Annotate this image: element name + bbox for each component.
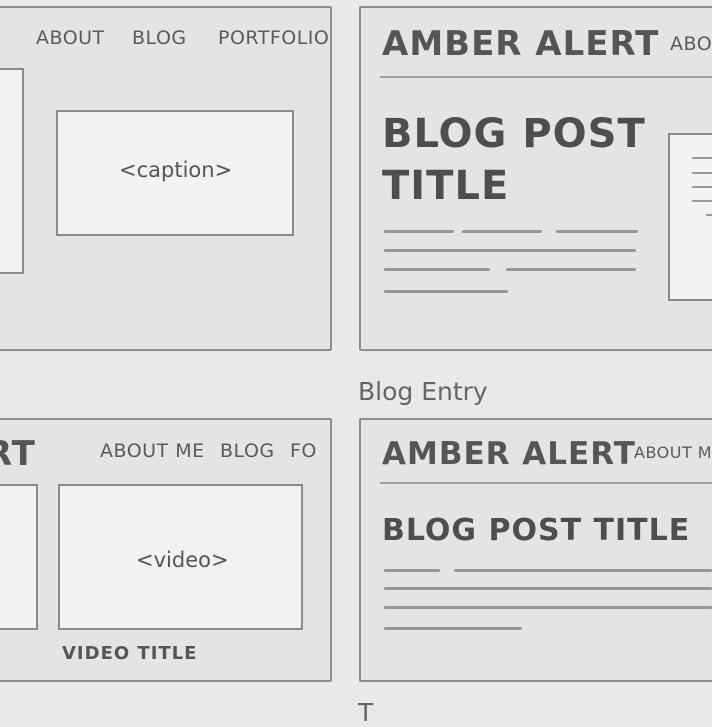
text-line	[384, 268, 490, 271]
text-line	[556, 230, 638, 233]
nav-blog[interactable]: BLOG	[220, 440, 275, 462]
post-title-line-2: TITLE	[382, 163, 510, 209]
text-line	[384, 606, 712, 609]
text-line	[384, 627, 522, 630]
header-divider	[380, 482, 712, 484]
sidebar-text-line	[692, 200, 712, 202]
caption-placeholder: <caption>	[119, 158, 233, 182]
text-line	[462, 230, 542, 233]
text-line	[384, 249, 636, 252]
post-title-line-1: BLOG POST	[382, 111, 646, 157]
sidebar-text-line	[692, 172, 712, 174]
video-title: VIDEO TITLE	[62, 643, 198, 664]
text-line	[384, 569, 440, 572]
video-placeholder: <video>	[136, 548, 229, 572]
sidebar-text-line	[692, 186, 712, 188]
nav-about-me[interactable]: ABOUT ME	[100, 440, 205, 462]
nav-about-me-partial[interactable]: ABOUT ME	[634, 443, 712, 462]
nav-about[interactable]: ABOUT	[36, 27, 105, 49]
image-placeholder-left	[0, 68, 24, 274]
nav-portfolio-partial[interactable]: FO	[290, 440, 317, 462]
header-divider	[380, 76, 712, 78]
brand-title: AMBER ALERT	[382, 436, 636, 472]
nav-blog[interactable]: BLOG	[132, 27, 187, 49]
image-placeholder-left-bottom	[0, 484, 38, 630]
sidebar-text-line	[706, 214, 712, 216]
nav-about-partial[interactable]: ABOU	[670, 33, 712, 55]
text-line	[384, 587, 712, 590]
text-line	[506, 268, 636, 271]
text-line	[384, 230, 454, 233]
brand-title-partial: RT	[0, 434, 36, 474]
brand-title: AMBER ALERT	[382, 24, 660, 64]
nav-portfolio[interactable]: PORTFOLIO	[218, 27, 329, 49]
text-line	[384, 290, 508, 293]
bottom-label-partial: T	[358, 698, 374, 727]
sidebar-text-line	[692, 157, 712, 159]
post-title: BLOG POST TITLE	[382, 513, 691, 548]
text-line	[454, 569, 712, 572]
blog-entry-label: Blog Entry	[358, 377, 488, 406]
